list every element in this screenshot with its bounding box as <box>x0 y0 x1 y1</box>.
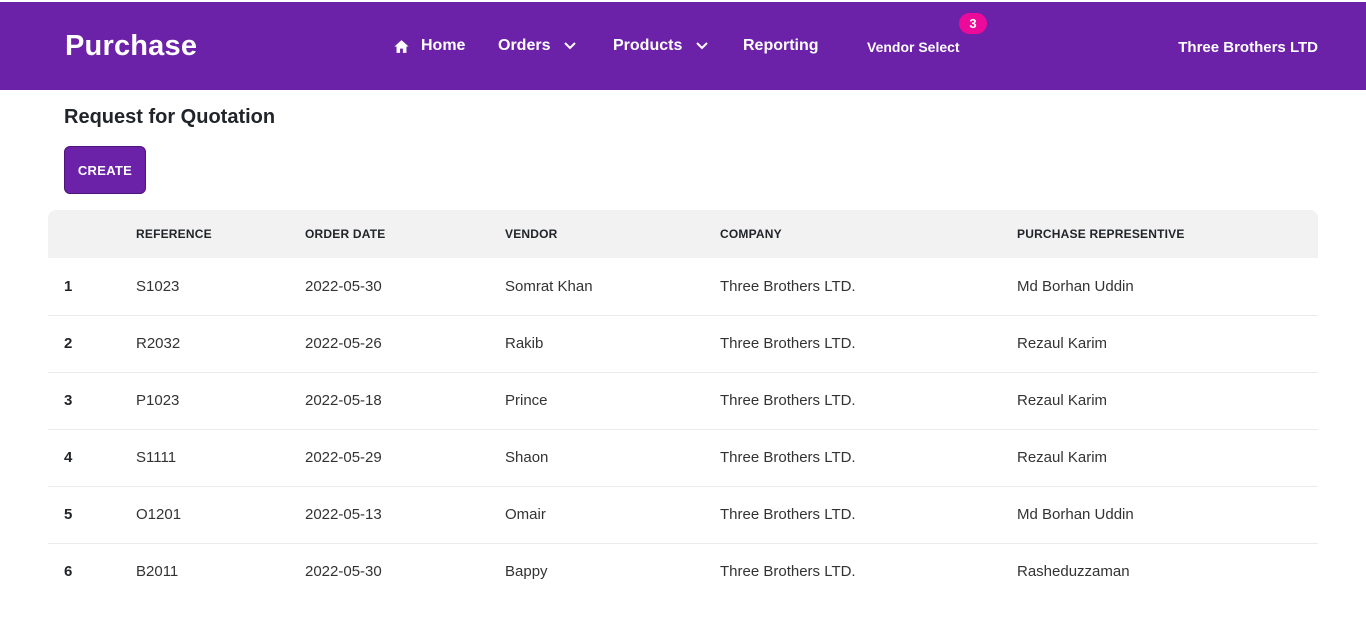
table-row[interactable]: 5 O1201 2022-05-13 Omair Three Brothers … <box>48 486 1318 544</box>
vendor-count-badge: 3 <box>959 13 987 34</box>
nav-orders-dropdown[interactable]: Orders <box>498 37 577 55</box>
nav-orders-label: Orders <box>498 37 551 54</box>
table-row[interactable]: 2 R2032 2022-05-26 Rakib Three Brothers … <box>48 315 1318 373</box>
cell-representative: Md Borhan Uddin <box>1017 258 1318 316</box>
row-index: 1 <box>48 258 136 316</box>
cell-company: Three Brothers LTD. <box>720 258 1017 316</box>
cell-representative: Rasheduzzaman <box>1017 563 1130 581</box>
chevron-down-icon <box>564 42 577 50</box>
table-row[interactable]: 6 B2011 2022-05-30 Bappy Three Brothers … <box>48 543 1318 600</box>
cell-vendor: Rakib <box>505 315 720 373</box>
nav-vendor-select-label: Vendor Select <box>867 39 960 55</box>
cell-vendor: Prince <box>505 372 720 430</box>
table-row[interactable]: 4 S1111 2022-05-29 Shaon Three Brothers … <box>48 429 1318 487</box>
cell-order-date: 2022-05-26 <box>305 315 505 373</box>
nav-reporting-label: Reporting <box>743 37 819 54</box>
brand-title[interactable]: Purchase <box>65 30 197 63</box>
col-header-representative: PURCHASE REPRESENTIVE <box>1017 227 1185 241</box>
cell-company: Three Brothers LTD. <box>720 315 1017 373</box>
cell-reference: B2011 <box>136 563 179 581</box>
table-header-row: REFERENCE ORDER DATE VENDOR COMPANY PURC… <box>48 210 1318 258</box>
cell-vendor: Somrat Khan <box>505 258 720 316</box>
cell-representative: Rezaul Karim <box>1017 315 1318 373</box>
cell-company: Three Brothers LTD. <box>720 372 1017 430</box>
row-index: 6 <box>64 563 73 581</box>
col-header-order-date: ORDER DATE <box>305 227 386 241</box>
cell-reference: O1201 <box>136 486 305 544</box>
row-index: 2 <box>48 315 136 373</box>
cell-representative: Md Borhan Uddin <box>1017 486 1318 544</box>
col-header-company: COMPANY <box>720 227 782 241</box>
col-header-reference: REFERENCE <box>136 227 212 241</box>
cell-order-date: 2022-05-13 <box>305 486 505 544</box>
table-row[interactable]: 1 S1023 2022-05-30 Somrat Khan Three Bro… <box>48 258 1318 316</box>
cell-representative: Rezaul Karim <box>1017 372 1318 430</box>
cell-reference: S1111 <box>136 429 305 487</box>
cell-vendor: Shaon <box>505 429 720 487</box>
company-name: Three Brothers LTD <box>1178 39 1318 56</box>
cell-order-date: 2022-05-30 <box>305 258 505 316</box>
nav-products-dropdown[interactable]: Products <box>613 37 709 55</box>
nav-products-label: Products <box>613 37 683 54</box>
cell-reference: R2032 <box>136 315 305 373</box>
cell-order-date: 2022-05-30 <box>305 563 382 581</box>
col-header-vendor: VENDOR <box>505 227 558 241</box>
quotation-table: REFERENCE ORDER DATE VENDOR COMPANY PURC… <box>48 210 1318 600</box>
create-button[interactable]: CREATE <box>64 146 146 194</box>
cell-vendor: Bappy <box>505 563 548 581</box>
row-index: 4 <box>48 429 136 487</box>
home-icon <box>394 39 409 53</box>
cell-order-date: 2022-05-18 <box>305 372 505 430</box>
row-index: 5 <box>48 486 136 544</box>
chevron-down-icon <box>696 42 709 50</box>
cell-company: Three Brothers LTD. <box>720 563 856 581</box>
cell-vendor: Omair <box>505 486 720 544</box>
nav-reporting[interactable]: Reporting <box>743 37 819 55</box>
cell-company: Three Brothers LTD. <box>720 486 1017 544</box>
cell-reference: S1023 <box>136 258 305 316</box>
nav-home-label: Home <box>421 37 466 54</box>
cell-order-date: 2022-05-29 <box>305 429 505 487</box>
cell-reference: P1023 <box>136 372 305 430</box>
cell-representative: Rezaul Karim <box>1017 429 1318 487</box>
nav-home[interactable]: Home <box>393 37 465 55</box>
col-header-index <box>48 210 136 258</box>
cell-company: Three Brothers LTD. <box>720 429 1017 487</box>
table-row[interactable]: 3 P1023 2022-05-18 Prince Three Brothers… <box>48 372 1318 430</box>
top-navbar: Purchase Home Orders Products Reporting … <box>0 2 1366 90</box>
page-title: Request for Quotation <box>64 106 276 128</box>
row-index: 3 <box>48 372 136 430</box>
nav-vendor-select[interactable]: Vendor Select <box>867 39 960 55</box>
